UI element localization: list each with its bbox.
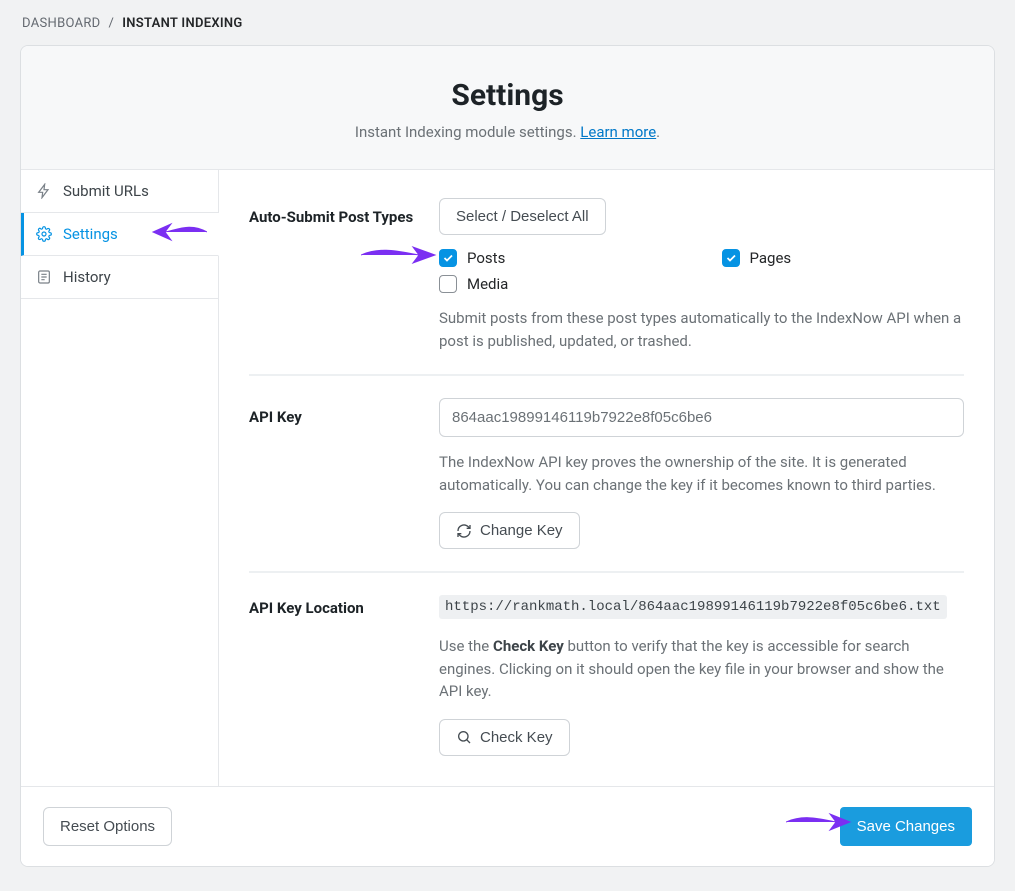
search-icon bbox=[456, 729, 472, 745]
settings-tabs: Submit URLs Settings History bbox=[21, 170, 219, 786]
document-icon bbox=[35, 268, 53, 286]
breadcrumb: DASHBOARD / INSTANT INDEXING bbox=[20, 16, 995, 31]
help-text: Submit posts from these post types autom… bbox=[439, 307, 964, 352]
tab-label: Settings bbox=[63, 225, 118, 243]
card-footer: Reset Options Save Changes bbox=[21, 786, 994, 866]
help-text: The IndexNow API key proves the ownershi… bbox=[439, 451, 964, 496]
page-subtitle-tail: . bbox=[656, 123, 660, 141]
tab-history[interactable]: History bbox=[21, 256, 219, 299]
page-subtitle-text: Instant Indexing module settings. bbox=[355, 123, 580, 141]
button-label: Change Key bbox=[480, 522, 563, 539]
breadcrumb-current: INSTANT INDEXING bbox=[122, 16, 242, 31]
select-deselect-all-button[interactable]: Select / Deselect All bbox=[439, 198, 606, 235]
help-pre: Use the bbox=[439, 637, 493, 655]
button-label: Check Key bbox=[480, 729, 553, 746]
checkbox-input[interactable] bbox=[439, 275, 457, 293]
page-title: Settings bbox=[45, 78, 970, 113]
checkbox-label: Media bbox=[467, 275, 508, 293]
tab-settings[interactable]: Settings bbox=[21, 213, 219, 256]
checkbox-pages[interactable]: Pages bbox=[722, 249, 965, 267]
card-header: Settings Instant Indexing module setting… bbox=[21, 46, 994, 170]
field-api-key-location: API Key Location https://rankmath.local/… bbox=[249, 595, 964, 778]
learn-more-link[interactable]: Learn more bbox=[580, 123, 656, 141]
breadcrumb-dashboard-link[interactable]: DASHBOARD bbox=[22, 16, 101, 31]
field-label: API Key bbox=[249, 398, 415, 549]
field-post-types: Auto-Submit Post Types Select / Deselect… bbox=[249, 198, 964, 374]
api-key-input[interactable] bbox=[439, 398, 964, 437]
refresh-icon bbox=[456, 523, 472, 539]
annotation-arrow-icon bbox=[149, 215, 207, 249]
tab-label: History bbox=[63, 268, 111, 286]
checkbox-posts[interactable]: Posts bbox=[439, 249, 682, 267]
lightning-icon bbox=[35, 182, 53, 200]
api-key-location-url: https://rankmath.local/864aac19899146119… bbox=[439, 595, 947, 619]
check-key-button[interactable]: Check Key bbox=[439, 719, 570, 756]
field-label: API Key Location bbox=[249, 595, 415, 756]
gear-icon bbox=[35, 225, 53, 243]
reset-options-button[interactable]: Reset Options bbox=[43, 807, 172, 846]
checkbox-input[interactable] bbox=[439, 249, 457, 267]
help-text: Use the Check Key button to verify that … bbox=[439, 635, 964, 703]
help-strong: Check Key bbox=[493, 637, 564, 655]
tab-submit-urls[interactable]: Submit URLs bbox=[21, 170, 219, 213]
checkbox-input[interactable] bbox=[722, 249, 740, 267]
divider bbox=[249, 374, 964, 376]
divider bbox=[249, 571, 964, 573]
tab-label: Submit URLs bbox=[63, 182, 149, 200]
checkbox-label: Pages bbox=[750, 249, 792, 267]
field-api-key: API Key The IndexNow API key proves the … bbox=[249, 398, 964, 571]
field-label: Auto-Submit Post Types bbox=[249, 198, 415, 352]
checkbox-label: Posts bbox=[467, 249, 505, 267]
save-changes-button[interactable]: Save Changes bbox=[840, 807, 972, 846]
settings-content: Auto-Submit Post Types Select / Deselect… bbox=[219, 170, 994, 786]
checkbox-media[interactable]: Media bbox=[439, 275, 682, 293]
change-key-button[interactable]: Change Key bbox=[439, 512, 580, 549]
breadcrumb-separator: / bbox=[109, 16, 115, 31]
page-subtitle: Instant Indexing module settings. Learn … bbox=[45, 123, 970, 141]
settings-card: Settings Instant Indexing module setting… bbox=[20, 45, 995, 867]
